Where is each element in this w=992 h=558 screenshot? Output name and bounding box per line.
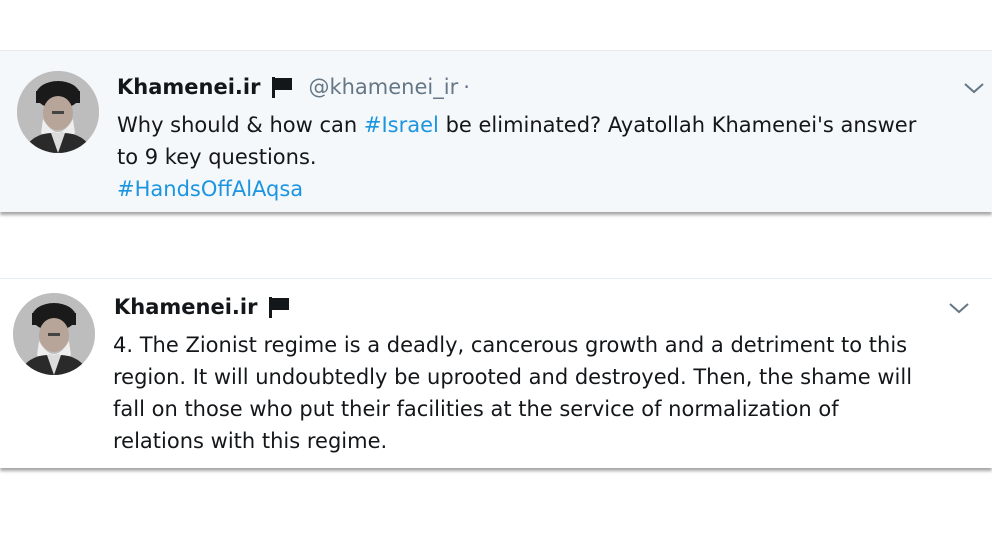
tweet-text-line: Why should & how can #Israel be eliminat… (117, 109, 977, 141)
tweet-text-line: 4. The Zionist regime is a deadly, cance… (113, 333, 908, 357)
display-name[interactable]: Khamenei.ir (114, 295, 257, 319)
tweet-text-part: be eliminated? Ayatollah Khamenei's answ… (438, 113, 917, 137)
tweet-text-part: Why should & how can (117, 113, 364, 137)
tweet-card[interactable]: Khamenei.ir @khamenei_ir · Why should & … (0, 50, 992, 212)
avatar-image (13, 293, 95, 375)
tweet-header: Khamenei.ir (114, 295, 291, 319)
chevron-down-icon[interactable] (963, 81, 985, 95)
tweet-text: Why should & how can #Israel be eliminat… (117, 109, 977, 205)
flag-icon (272, 77, 293, 98)
page: Khamenei.ir @khamenei_ir · Why should & … (0, 0, 992, 558)
tweet-text-line: to 9 key questions. (117, 145, 317, 169)
display-name[interactable]: Khamenei.ir (117, 75, 260, 99)
flag-icon (269, 297, 290, 318)
hashtag-link[interactable]: #HandsOffAlAqsa (117, 173, 977, 205)
tweet-card[interactable]: Khamenei.ir 4. The Zionist regime is a d… (0, 278, 992, 468)
tweet-text: 4. The Zionist regime is a deadly, cance… (113, 329, 973, 457)
avatar[interactable] (13, 293, 95, 375)
tweet-text-line: region. It will undoubtedly be uprooted … (113, 365, 913, 389)
tweet-text-line: relations with this regime. (113, 429, 388, 453)
tweet-text-line: fall on those who put their facilities a… (113, 397, 839, 421)
tweet-header: Khamenei.ir @khamenei_ir · (117, 75, 470, 99)
separator-dot: · (463, 75, 470, 99)
chevron-down-icon[interactable] (948, 301, 970, 315)
handle[interactable]: @khamenei_ir (308, 75, 458, 99)
avatar-image (17, 71, 99, 153)
hashtag-link[interactable]: #Israel (364, 113, 439, 137)
avatar[interactable] (17, 71, 99, 153)
